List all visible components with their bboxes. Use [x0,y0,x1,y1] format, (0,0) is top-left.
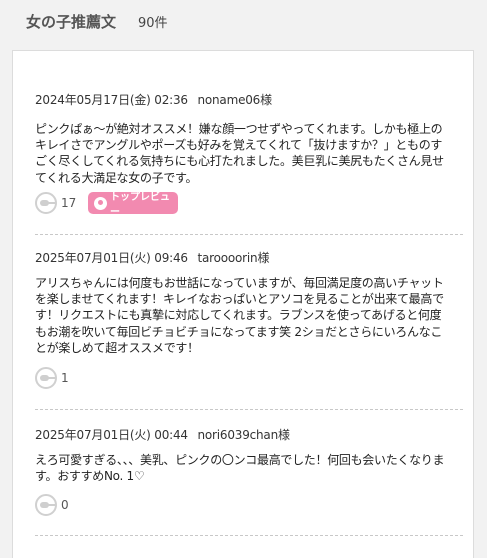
divider [35,535,463,536]
review-count: 90件 [138,15,168,31]
review-date: 2024年05月17日(金) 02:36 [35,93,188,107]
review-date: 2025年07月01日(火) 09:46 [35,251,188,265]
review-date: 2025年07月01日(火) 00:44 [35,428,188,442]
review-list: 2024年05月17日(金) 02:36 noname06様 ピンクぱぁ～が絶対… [12,50,474,558]
page-header: 女の子推薦文 90件 [0,0,487,42]
like-count: 17 [61,196,77,210]
divider [35,234,463,235]
review-text: えろ可愛すぎる、、、美乳、ピンクの〇ンコ最高でした！何回も会いたくなります。おす… [35,453,445,484]
review-actions: 17 トップレビュー [35,192,179,218]
like-icon [35,367,57,389]
like-button[interactable]: 0 [35,494,69,516]
review-author: noname06様 [197,93,272,107]
review-actions: 0 [35,494,69,516]
review-text: ピンクぱぁ～が絶対オススメ！嫌な顔一つせずやってくれます。しかも極上のキレイさで… [35,122,444,185]
review-item: 2025年07月01日(火) 09:46 taroooorin様 アリスちゃんに… [35,249,453,389]
like-icon [35,494,57,516]
like-count: 0 [61,498,69,512]
review-text: アリスちゃんには何度もお世話になっていますが、毎回満足度の高いチャットを楽しませ… [35,276,444,355]
divider [35,409,463,410]
review-author: nori6039chan様 [197,428,290,442]
review-meta: 2025年07月01日(火) 00:44 nori6039chan様 [35,426,453,443]
like-count: 1 [61,371,69,385]
page-title: 女の子推薦文 [26,12,117,31]
like-button[interactable]: 17 [35,192,76,214]
top-review-badge: トップレビュー [88,192,179,218]
review-meta: 2024年05月17日(金) 02:36 noname06様 [35,91,453,108]
like-button[interactable]: 1 [35,367,69,389]
review-actions: 1 [35,367,69,389]
review-item: 2025年07月01日(火) 00:44 nori6039chan様 えろ可愛す… [35,426,453,516]
review-meta: 2025年07月01日(火) 09:46 taroooorin様 [35,249,453,266]
review-item: 2024年05月17日(金) 02:36 noname06様 ピンクぱぁ～が絶対… [35,91,453,218]
review-author: taroooorin様 [197,251,270,265]
badge-person-icon [94,196,107,210]
badge-label: トップレビュー [109,192,170,218]
like-icon [35,192,57,214]
